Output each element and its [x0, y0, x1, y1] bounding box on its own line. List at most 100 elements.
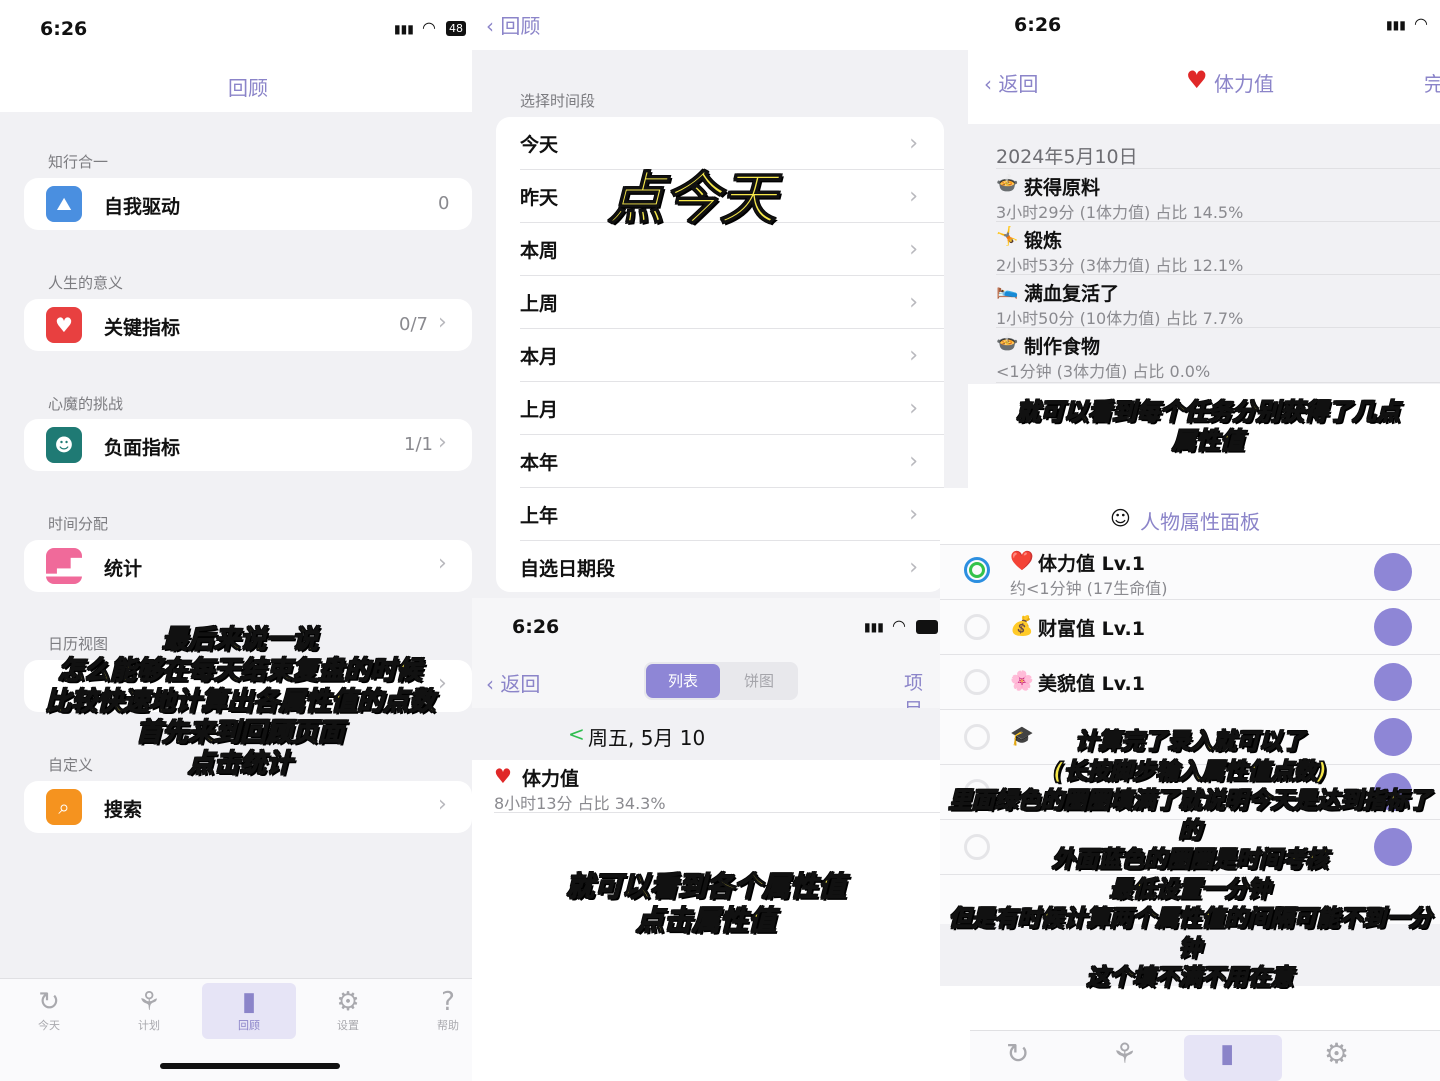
signal-icon: ▮▮▮ — [394, 22, 414, 36]
caption-overlay: 最后来说一说 怎么能够在每天结束复盘的时候 比较快速地计算出各属性值的点数 首先… — [20, 624, 460, 780]
tab-help[interactable]: ? 帮助 — [423, 987, 473, 1033]
tab-today[interactable]: ↻ 今天 — [24, 987, 74, 1033]
tab-review[interactable]: ▮ 回顾 — [202, 983, 296, 1039]
period-row-this-month[interactable]: 本月 › — [496, 329, 944, 381]
caption-line: 就可以看到每个任务分别获得了几点 — [1015, 397, 1400, 426]
status-time: 6:26 — [1014, 14, 1062, 36]
heart-monitor-icon: ♥ — [46, 307, 82, 343]
task-entry[interactable]: 🍲 制作食物 <1分钟 (3体力值) 占比 0.0% — [996, 327, 1440, 383]
nav-bar: ‹ 返回 列表 饼图 项目 — [472, 658, 940, 721]
period-row-this-year[interactable]: 本年 › — [496, 435, 944, 487]
period-label: 本月 — [520, 345, 559, 368]
wifi-icon: ◠ — [1414, 14, 1428, 33]
attribute-header: ☺ 人物属性面板 — [940, 488, 1440, 544]
period-label: 本年 — [520, 451, 559, 474]
attribute-detail: 8小时13分 占比 34.3% — [494, 794, 666, 813]
repeat-icon: ↻ — [38, 987, 60, 1017]
statistics-row[interactable]: ▁▃▇ 统计 › — [24, 540, 472, 592]
caption-line: 里面绿色的圈圈填满了就说明今天是达到指标了的 — [948, 787, 1432, 844]
period-label: 上年 — [520, 504, 559, 527]
back-button[interactable]: ‹ 返回 — [486, 668, 540, 697]
key-metrics-row[interactable]: ♥ 关键指标 0/7 › — [24, 299, 472, 351]
tab-plan[interactable]: ⚘ 计划 — [124, 987, 174, 1033]
back-button[interactable]: ‹ 返回 — [984, 68, 1038, 97]
period-row-custom[interactable]: 自选日期段 › — [496, 541, 944, 593]
period-label: 上周 — [520, 292, 559, 315]
self-drive-row[interactable]: ⛰ 自我驱动 0 — [24, 178, 472, 230]
tab-settings[interactable]: ⚙ 设置 — [323, 987, 373, 1033]
period-row-last-year[interactable]: 上年 › — [496, 488, 944, 540]
book-icon: ▮ — [1220, 1039, 1235, 1069]
nav-bar: ‹ 返回 ♥ 体力值 完 — [968, 58, 1440, 108]
period-row-last-month[interactable]: 上月 › — [496, 382, 944, 434]
footstep-button[interactable] — [1374, 553, 1412, 591]
home-indicator — [160, 1063, 340, 1069]
task-entry[interactable]: 🛌 满血复活了 1小时50分 (10体力值) 占比 7.7% — [996, 274, 1440, 328]
attribute-icon: 🌸 — [1010, 670, 1034, 692]
sprout-icon[interactable]: ⚘ — [1112, 1037, 1137, 1070]
page-title: 体力值 — [1214, 72, 1274, 96]
search-row[interactable]: ⌕ 搜索 › — [24, 781, 472, 833]
panel-character-attributes: ☺ 人物属性面板 ❤️ 体力值 Lv.1 约<1分钟 (17生命值) 💰 财富值… — [940, 488, 1440, 1081]
back-label: 回顾 — [500, 14, 541, 38]
task-entry[interactable]: 🤸 锻炼 2小时53分 (3体力值) 占比 12.1% — [996, 221, 1440, 275]
caption-overlay: 就可以看到每个任务分别获得了几点 属性值 — [988, 397, 1428, 456]
monster-icon: ☻ — [46, 427, 82, 463]
back-button[interactable]: ‹ 回顾 — [486, 10, 540, 39]
caption-overlay: 点今天 — [607, 167, 776, 232]
chevron-left-icon: ‹ — [486, 14, 494, 38]
date-label: 周五, 5月 10 — [588, 726, 706, 750]
negative-metrics-row[interactable]: ☻ 负面指标 1/1 › — [24, 419, 472, 471]
entries-list: 2024年5月10日 🍲 获得原料 3小时29分 (1体力值) 占比 14.5%… — [968, 124, 1440, 384]
caption-line: 最低设置一分钟 — [1109, 876, 1271, 903]
attribute-icon: ❤️ — [1010, 550, 1034, 572]
attribute-icon: 💰 — [1010, 615, 1034, 637]
chevron-right-icon: › — [909, 236, 918, 262]
row-value: 0 — [438, 193, 450, 214]
caption-line: 首先来到回顾页面 — [135, 717, 344, 748]
status-bar: 6:26 ▮▮▮ ◠ 48 — [0, 0, 472, 52]
footstep-button[interactable] — [1374, 608, 1412, 646]
gear-icon[interactable]: ⚙ — [1324, 1037, 1349, 1070]
chevron-right-icon: › — [438, 551, 447, 576]
caption-line: 外面蓝色的圈圈是时间考核 — [1051, 846, 1328, 873]
segment-list[interactable]: 列表 — [646, 664, 720, 698]
chevron-left-icon: ‹ — [984, 72, 992, 96]
task-entry[interactable]: 🍲 获得原料 3小时29分 (1体力值) 占比 14.5% — [996, 168, 1440, 222]
status-time: 6:26 — [40, 18, 88, 40]
chevron-right-icon: › — [438, 792, 447, 817]
attribute-row[interactable]: ❤️ 体力值 Lv.1 约<1分钟 (17生命值) — [940, 544, 1440, 599]
book-icon: ▮ — [241, 987, 257, 1017]
task-icon: 🍲 — [996, 173, 1019, 194]
attribute-row[interactable]: 🌸 美貌值 Lv.1 — [940, 654, 1440, 709]
period-row-last-week[interactable]: 上周 › — [496, 276, 944, 328]
footstep-button[interactable] — [1374, 663, 1412, 701]
tab-bar: ↻ 今天 ⚘ 计划 ▮ 回顾 ⚙ 设置 ? 帮助 — [0, 978, 472, 1081]
heart-icon: ♥ — [1186, 66, 1208, 94]
task-detail: <1分钟 (3体力值) 占比 0.0% — [996, 362, 1211, 381]
done-button[interactable]: 完 — [1424, 68, 1440, 97]
chevron-right-icon: › — [909, 448, 918, 474]
caption-line: 比较快速地计算出各属性值的点数 — [44, 686, 435, 717]
attribute-row[interactable]: 💰 财富值 Lv.1 — [940, 599, 1440, 654]
repeat-icon[interactable]: ↻ — [1006, 1037, 1029, 1070]
section-title: 人生的意义 — [48, 274, 124, 292]
period-label: 昨天 — [520, 186, 559, 209]
attribute-name: 体力值 Lv.1 — [1038, 553, 1145, 575]
attribute-row[interactable]: ♥ 体力值 8小时13分 占比 34.3% — [494, 762, 940, 813]
chevron-right-icon: › — [909, 183, 918, 209]
tab-review-active[interactable]: ▮ — [1184, 1035, 1282, 1081]
prev-day-icon[interactable]: < — [568, 722, 585, 746]
self-drive-icon: ⛰ — [46, 186, 82, 222]
row-label: 负面指标 — [104, 437, 181, 459]
period-label: 自选日期段 — [520, 557, 616, 580]
battery-icon — [916, 620, 938, 634]
segment-pie[interactable]: 饼图 — [722, 664, 796, 698]
period-row-today[interactable]: 今天 › — [496, 117, 944, 169]
signal-icon: ▮▮▮ — [1386, 18, 1406, 32]
row-value: 1/1 — [404, 434, 433, 455]
attribute-name: 财富值 Lv.1 — [1038, 618, 1145, 640]
section-title: 选择时间段 — [520, 92, 596, 110]
row-label: 自我驱动 — [104, 196, 181, 218]
chevron-right-icon: › — [438, 430, 447, 455]
